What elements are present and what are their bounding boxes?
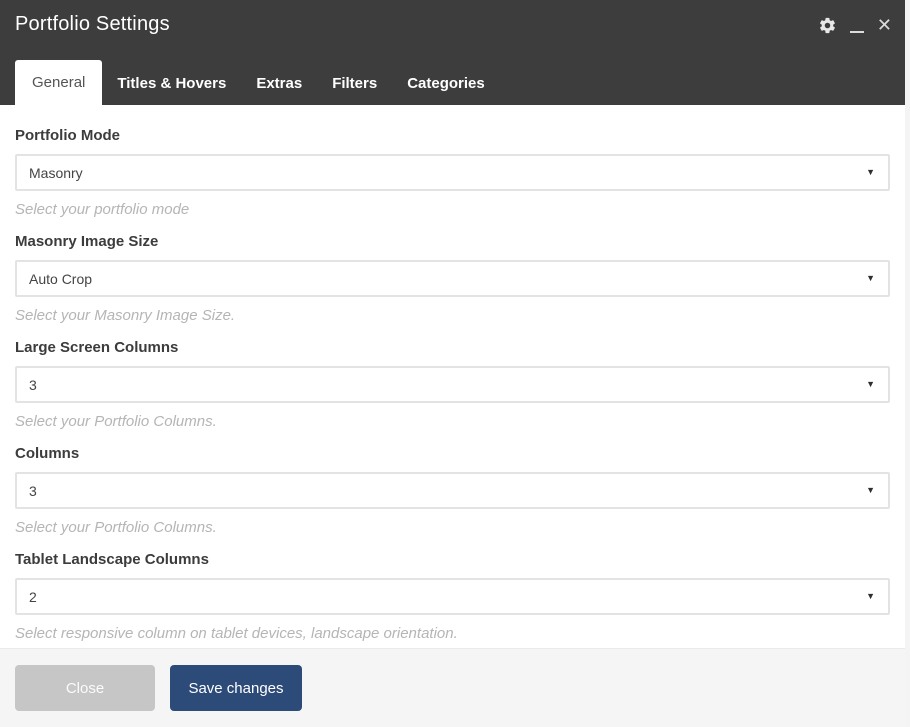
general-tab-panel: Portfolio Mode Masonry ▼ Select your por… bbox=[0, 105, 905, 643]
portfolio-settings-dialog: Portfolio Settings ✕ General Titles & Ho… bbox=[0, 0, 905, 727]
field-help-text: Select your portfolio mode bbox=[15, 201, 190, 218]
field-help-text: Select your Portfolio Columns. bbox=[15, 519, 217, 536]
tab-extras[interactable]: Extras bbox=[241, 62, 317, 105]
field-label: Large Screen Columns bbox=[15, 339, 179, 356]
tablet-landscape-columns-select[interactable]: 2 ▼ bbox=[15, 578, 890, 615]
field-masonry-image-size: Masonry Image Size Auto Crop ▼ Select yo… bbox=[15, 233, 890, 325]
dialog-title: Portfolio Settings bbox=[15, 13, 170, 35]
tab-filters[interactable]: Filters bbox=[317, 62, 392, 105]
select-value: 2 bbox=[29, 588, 37, 605]
dropdown-arrow-icon: ▼ bbox=[866, 379, 875, 389]
settings-gear-button[interactable] bbox=[818, 16, 837, 35]
window-controls: ✕ bbox=[818, 16, 892, 35]
select-value: Masonry bbox=[29, 164, 83, 181]
masonry-image-size-select[interactable]: Auto Crop ▼ bbox=[15, 260, 890, 297]
field-help-text: Select your Portfolio Columns. bbox=[15, 413, 217, 430]
tab-titles-hovers[interactable]: Titles & Hovers bbox=[102, 62, 241, 105]
portfolio-mode-select[interactable]: Masonry ▼ bbox=[15, 154, 890, 191]
field-portfolio-mode: Portfolio Mode Masonry ▼ Select your por… bbox=[15, 127, 890, 219]
field-label: Columns bbox=[15, 445, 80, 462]
minimize-button[interactable] bbox=[849, 16, 864, 35]
field-columns: Columns 3 ▼ Select your Portfolio Column… bbox=[15, 445, 890, 537]
columns-select[interactable]: 3 ▼ bbox=[15, 472, 890, 509]
dialog-footer: Close Save changes bbox=[0, 648, 905, 727]
settings-tabs: General Titles & Hovers Extras Filters C… bbox=[15, 60, 500, 105]
close-icon: ✕ bbox=[876, 15, 892, 35]
dialog-header: Portfolio Settings ✕ General Titles & Ho… bbox=[0, 0, 905, 105]
gear-icon bbox=[818, 16, 837, 35]
save-changes-button[interactable]: Save changes bbox=[170, 665, 302, 711]
close-button[interactable]: ✕ bbox=[877, 16, 892, 35]
tab-general[interactable]: General bbox=[15, 60, 103, 105]
select-value: 3 bbox=[29, 376, 37, 393]
field-tablet-landscape-columns: Tablet Landscape Columns 2 ▼ Select resp… bbox=[15, 551, 890, 643]
field-label: Tablet Landscape Columns bbox=[15, 551, 209, 568]
field-label: Portfolio Mode bbox=[15, 127, 120, 144]
field-large-screen-columns: Large Screen Columns 3 ▼ Select your Por… bbox=[15, 339, 890, 431]
select-value: Auto Crop bbox=[29, 270, 93, 287]
dropdown-arrow-icon: ▼ bbox=[866, 273, 875, 283]
dropdown-arrow-icon: ▼ bbox=[866, 167, 875, 177]
dropdown-arrow-icon: ▼ bbox=[866, 591, 875, 601]
dropdown-arrow-icon: ▼ bbox=[866, 485, 875, 495]
field-help-text: Select responsive column on tablet devic… bbox=[15, 625, 458, 642]
close-dialog-button[interactable]: Close bbox=[15, 665, 155, 711]
large-screen-columns-select[interactable]: 3 ▼ bbox=[15, 366, 890, 403]
minimize-icon bbox=[849, 31, 864, 33]
field-label: Masonry Image Size bbox=[15, 233, 159, 250]
select-value: 3 bbox=[29, 482, 37, 499]
tab-categories[interactable]: Categories bbox=[392, 62, 500, 105]
field-help-text: Select your Masonry Image Size. bbox=[15, 307, 236, 324]
